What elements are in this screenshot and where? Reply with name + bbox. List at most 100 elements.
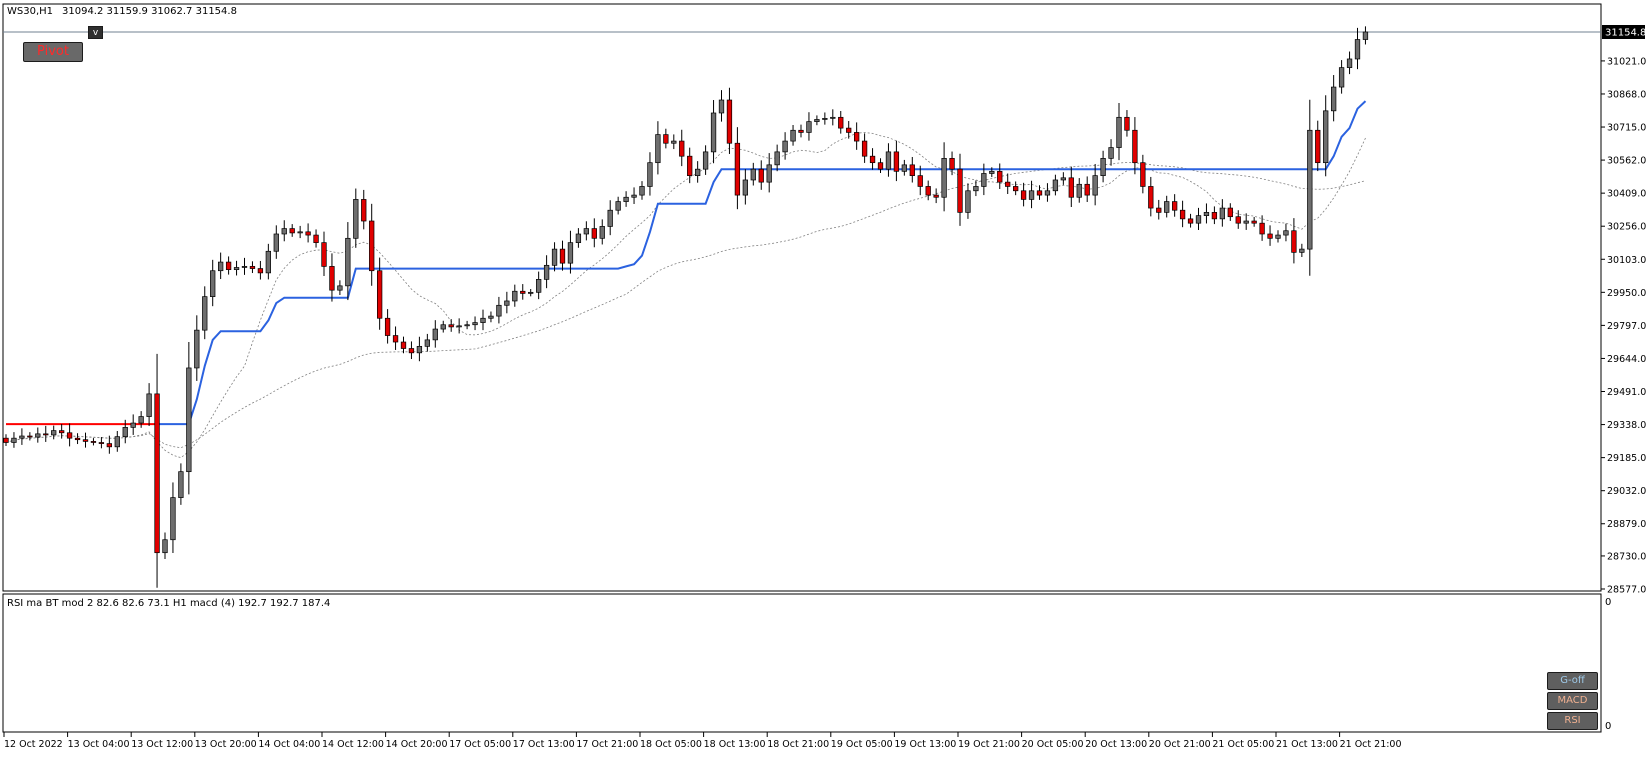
candle-body [917,175,923,187]
candle-body [1084,183,1090,196]
candle-body [297,231,303,234]
y-tick-label: 29185.0 [1607,453,1646,464]
y-tick-label: 28730.0 [1607,551,1646,562]
candle-body [671,140,677,144]
x-tick-label: 19 Oct 05:00 [831,739,893,750]
y-tick-label: 30562.0 [1607,156,1646,167]
candle-body [615,201,621,211]
candle-body [1203,212,1210,216]
candle-body [520,290,526,294]
candle-body [82,439,89,442]
candle-body [249,266,256,269]
x-tick-label: 20 Oct 13:00 [1085,739,1147,750]
x-tick-label: 21 Oct 21:00 [1340,739,1402,750]
candle-body [750,168,756,181]
y-tick-label: 29644.0 [1607,354,1646,365]
y-tick-label: 29797.0 [1607,321,1646,332]
x-tick-label: 12 Oct 2022 [4,739,63,750]
price-tag-value: 31154.8 [1605,28,1646,39]
candle-body [233,267,240,270]
candle-body [790,129,796,142]
rsi-button[interactable]: RSI [1547,712,1598,730]
candle-body [1195,215,1202,224]
candle-body [933,194,939,198]
candle-body [35,433,41,438]
candle-body [1164,201,1170,213]
candle-body [19,435,25,439]
candle-body [432,328,438,341]
candle-body [329,266,335,291]
candle-body [1211,212,1218,220]
candle-body [535,279,542,293]
candle-body [734,142,741,196]
candle-body [392,335,399,343]
candle-body [361,199,367,222]
x-tick-label: 13 Oct 12:00 [131,739,193,750]
candle-body [1362,31,1369,40]
x-tick-label: 18 Oct 05:00 [640,739,702,750]
y-tick-label: 29032.0 [1607,486,1646,497]
pivot-button[interactable]: Pivot [23,42,83,62]
collapse-button[interactable]: v [88,26,103,39]
candle-body [639,186,645,196]
candle-body [1346,58,1353,68]
candle-body [369,220,375,272]
candle-body [66,432,73,439]
candle-body [559,248,566,264]
candle-body [893,151,900,172]
candle-body [1171,201,1178,211]
candle-body [702,151,709,170]
y-tick-label: 29338.0 [1607,420,1646,431]
goff-button[interactable]: G-off [1547,672,1598,690]
candle-body [225,261,232,270]
candle-body [869,155,876,164]
candle-body [504,300,510,306]
candle-body [901,164,907,172]
x-tick-label: 21 Oct 05:00 [1212,739,1274,750]
candle-body [631,194,637,198]
candle-body [218,261,224,272]
candle-body [1100,158,1106,176]
candle-body [543,264,550,280]
candle-body [798,129,804,133]
macd-button[interactable]: MACD [1547,692,1598,710]
candle-body [424,339,430,347]
candle-body [1315,129,1321,164]
candle-body [488,315,494,319]
candle-body [377,270,383,319]
candle-body [440,324,446,330]
candle-body [408,348,415,354]
candle-body [1132,129,1138,164]
candle-body [265,250,271,274]
candle-body [583,228,589,235]
candle-body [170,497,176,541]
candle-body [337,285,343,291]
candle-body [1140,162,1146,187]
candle-body [186,367,192,473]
main-panel [2,3,1602,592]
candle-body [1291,230,1297,253]
y-tick-label: 31021.0 [1607,56,1646,67]
candle-body [567,242,574,264]
x-tick-label: 14 Oct 04:00 [258,739,320,750]
candle-body [575,233,582,243]
chart-ohlc: 31094.2 31159.9 31062.7 31154.8 [62,6,237,17]
x-tick-label: 14 Oct 12:00 [322,739,384,750]
candle-body [1338,67,1345,88]
x-tick-label: 17 Oct 05:00 [449,739,511,750]
candle-body [11,437,17,443]
x-tick-label: 18 Oct 13:00 [704,739,766,750]
candle-body [98,442,105,444]
candle-body [1283,230,1289,236]
candle-body [281,228,287,235]
candle-body [480,317,486,323]
candle-body [1251,220,1257,224]
x-tick-label: 13 Oct 20:00 [195,739,257,750]
candle-body [1330,86,1337,112]
candle-body [1092,175,1098,196]
candle-body [655,134,661,164]
candle-body [1012,186,1019,192]
candle-body [853,132,860,142]
candle-body [146,393,152,417]
candle-body [718,99,725,114]
